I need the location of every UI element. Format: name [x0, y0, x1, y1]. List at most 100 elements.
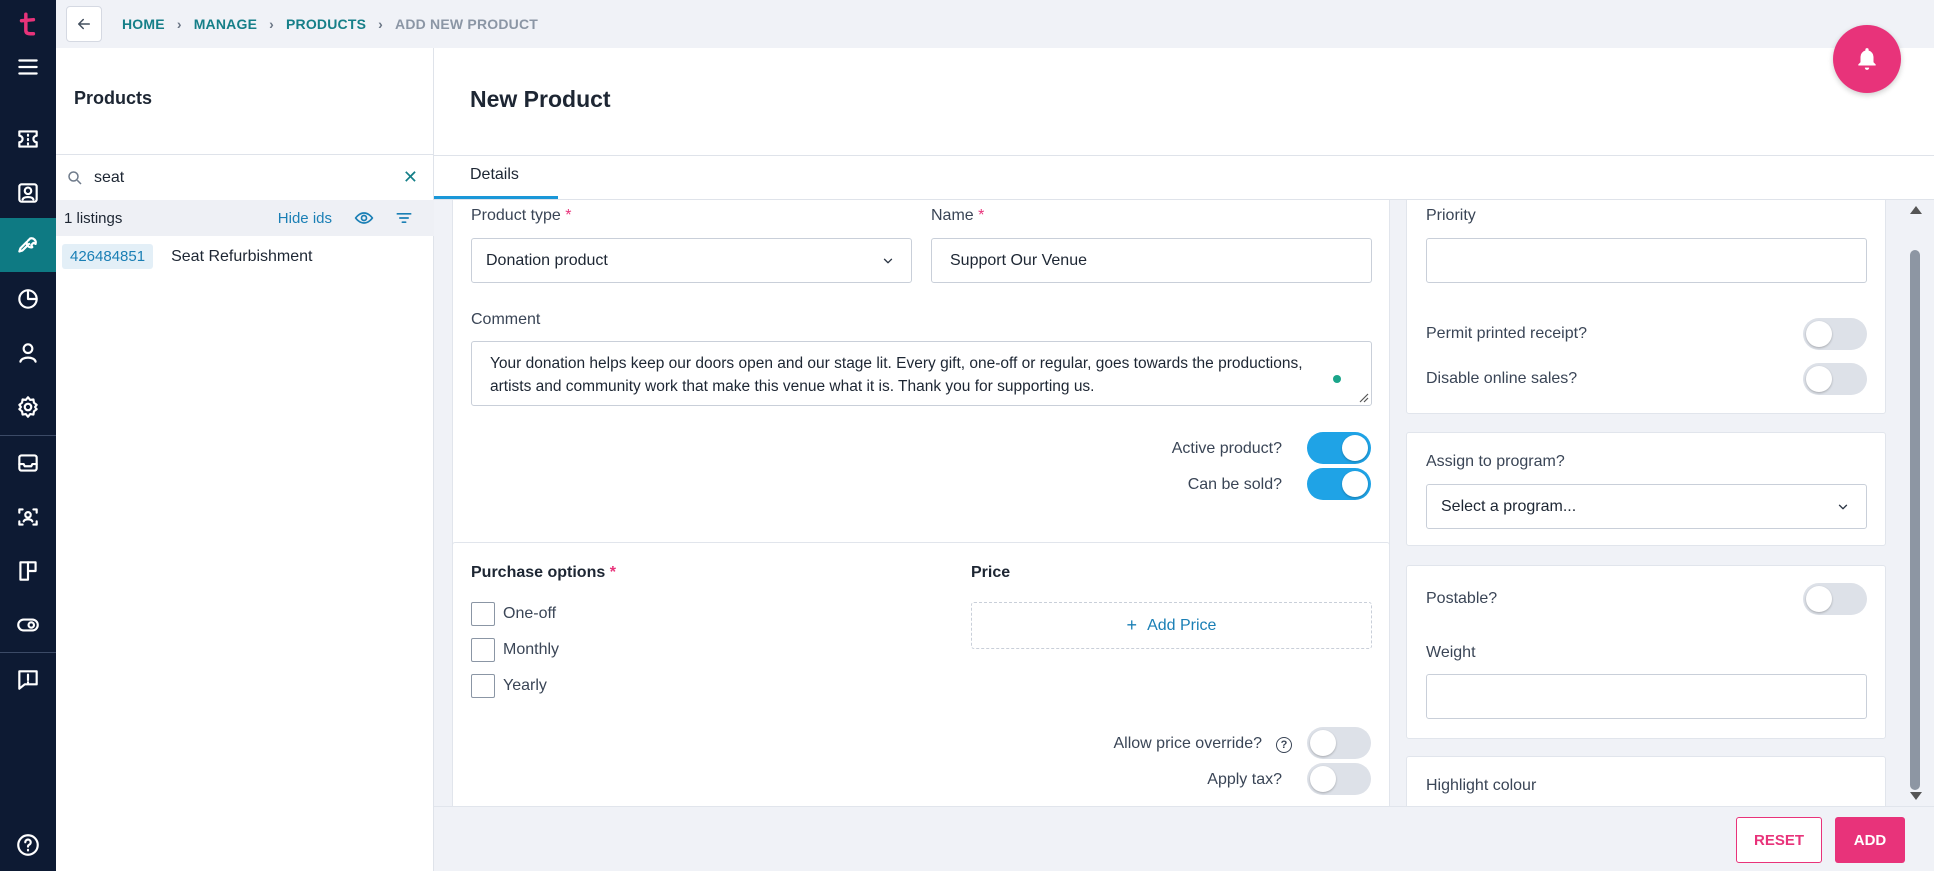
scroll-thumb[interactable] [1910, 250, 1920, 790]
hide-ids-link[interactable]: Hide ids [278, 210, 332, 227]
apply-tax-toggle[interactable] [1307, 763, 1371, 795]
can-be-sold-toggle[interactable] [1307, 468, 1371, 500]
monthly-checkbox[interactable] [471, 638, 495, 662]
reports-pie-icon[interactable] [0, 272, 56, 326]
name-value: Support Our Venue [950, 251, 1087, 269]
products-sidebar: Products seat ✕ 1 listings Hide ids 4264… [56, 48, 434, 871]
priority-field[interactable] [1426, 238, 1867, 283]
plus-icon: + [1126, 615, 1138, 635]
active-tab-indicator [434, 196, 558, 199]
eye-icon[interactable] [354, 208, 374, 228]
form-footer: RESET ADD [434, 806, 1934, 871]
product-type-select[interactable]: Donation product [471, 238, 912, 283]
face-scan-icon[interactable] [0, 490, 56, 544]
scroll-up-arrow-icon[interactable] [1910, 206, 1922, 214]
spellcheck-indicator [1333, 375, 1341, 383]
search-icon [68, 170, 82, 185]
back-button[interactable] [66, 6, 102, 42]
nav-rail [0, 0, 56, 883]
help-icon[interactable] [0, 818, 56, 872]
yearly-label: Yearly [503, 677, 547, 694]
comment-value: Your donation helps keep our doors open … [490, 355, 1303, 395]
disable-online-label: Disable online sales? [1426, 370, 1578, 387]
purchase-options-label: Purchase options * [471, 564, 616, 581]
content-scrollbar[interactable] [1906, 200, 1926, 806]
program-select[interactable]: Select a program... [1426, 484, 1867, 529]
listing-toolbar: 1 listings Hide ids [56, 200, 434, 236]
top-bar: HOME › MANAGE › PRODUCTS › ADD NEW PRODU… [56, 0, 1934, 48]
resize-handle-icon[interactable] [1359, 393, 1369, 403]
listing-name: Seat Refurbishment [171, 247, 313, 265]
assign-program-label: Assign to program? [1426, 453, 1565, 470]
chevron-down-icon [883, 258, 893, 263]
page-header: New Product [434, 48, 1934, 156]
chevron-right-icon: › [269, 16, 274, 32]
add-price-button[interactable]: + Add Price [971, 602, 1372, 649]
toggle-icon[interactable] [0, 598, 56, 652]
contact-card-icon[interactable] [0, 166, 56, 220]
one-off-checkbox[interactable] [471, 602, 495, 626]
notifications-button[interactable] [1833, 25, 1901, 93]
disable-online-toggle[interactable] [1803, 363, 1867, 395]
clear-search-icon[interactable]: ✕ [403, 167, 418, 188]
feedback-icon[interactable] [0, 653, 56, 707]
highlight-colour-label: Highlight colour [1426, 777, 1537, 794]
board-icon[interactable] [0, 544, 56, 598]
permit-receipt-toggle[interactable] [1803, 318, 1867, 350]
active-product-label: Active product? [1171, 440, 1282, 457]
page-title: New Product [470, 86, 611, 112]
weight-label: Weight [1426, 644, 1476, 661]
breadcrumb: HOME › MANAGE › PRODUCTS › ADD NEW PRODU… [122, 16, 538, 32]
chevron-right-icon: › [176, 16, 182, 32]
permit-receipt-label: Permit printed receipt? [1426, 325, 1587, 342]
bell-icon [1858, 48, 1876, 70]
apply-tax-label: Apply tax? [1207, 771, 1282, 788]
postable-toggle[interactable] [1803, 583, 1867, 615]
scroll-down-arrow-icon[interactable] [1910, 792, 1922, 800]
filter-icon[interactable] [394, 208, 414, 228]
reset-button[interactable]: RESET [1736, 817, 1822, 863]
chevron-right-icon: › [378, 16, 384, 32]
inbox-icon[interactable] [0, 436, 56, 490]
menu-icon[interactable] [0, 40, 56, 94]
help-circle-icon[interactable]: ? [1276, 737, 1292, 753]
person-icon[interactable] [0, 326, 56, 380]
comment-textarea[interactable]: Your donation helps keep our doors open … [471, 341, 1372, 406]
search-input[interactable]: seat [94, 169, 403, 187]
yearly-checkbox[interactable] [471, 674, 495, 698]
name-field[interactable]: Support Our Venue [931, 238, 1372, 283]
breadcrumb-manage[interactable]: MANAGE [194, 16, 257, 32]
add-button[interactable]: ADD [1835, 817, 1905, 863]
breadcrumb-current: ADD NEW PRODUCT [395, 16, 539, 32]
weight-field[interactable] [1426, 674, 1867, 719]
listings-count: 1 listings [64, 209, 123, 227]
window-bottom-edge [0, 871, 1934, 883]
can-be-sold-label: Can be sold? [1187, 476, 1282, 493]
comment-label: Comment [471, 311, 541, 328]
sidebar-title: Products [74, 88, 153, 108]
product-type-value: Donation product [486, 251, 608, 269]
allow-price-override-label: Allow price override? [1113, 735, 1262, 752]
tab-details[interactable]: Details [468, 156, 521, 200]
breadcrumb-products[interactable]: PRODUCTS [286, 16, 366, 32]
list-item[interactable]: 426484851 Seat Refurbishment [62, 244, 313, 269]
product-type-label: Product type * [471, 207, 572, 224]
monthly-label: Monthly [503, 641, 560, 658]
priority-label: Priority [1426, 207, 1476, 224]
postable-label: Postable? [1426, 590, 1498, 607]
active-product-toggle[interactable] [1307, 432, 1371, 464]
arrow-left-icon [78, 18, 90, 30]
tools-icon[interactable] [0, 218, 56, 272]
settings-gear-icon[interactable] [0, 380, 56, 434]
chevron-down-icon [1838, 504, 1848, 509]
form-content: Product type * Donation product Name * S… [434, 200, 1926, 806]
tickets-icon[interactable] [0, 112, 56, 166]
name-label: Name * [931, 207, 985, 224]
allow-price-override-toggle[interactable] [1307, 727, 1371, 759]
listing-id-badge: 426484851 [62, 244, 154, 269]
one-off-label: One-off [503, 605, 557, 622]
breadcrumb-home[interactable]: HOME [122, 16, 165, 32]
price-label: Price [971, 564, 1011, 581]
tab-bar: Details [434, 156, 1934, 200]
add-price-label: Add Price [1147, 616, 1217, 634]
